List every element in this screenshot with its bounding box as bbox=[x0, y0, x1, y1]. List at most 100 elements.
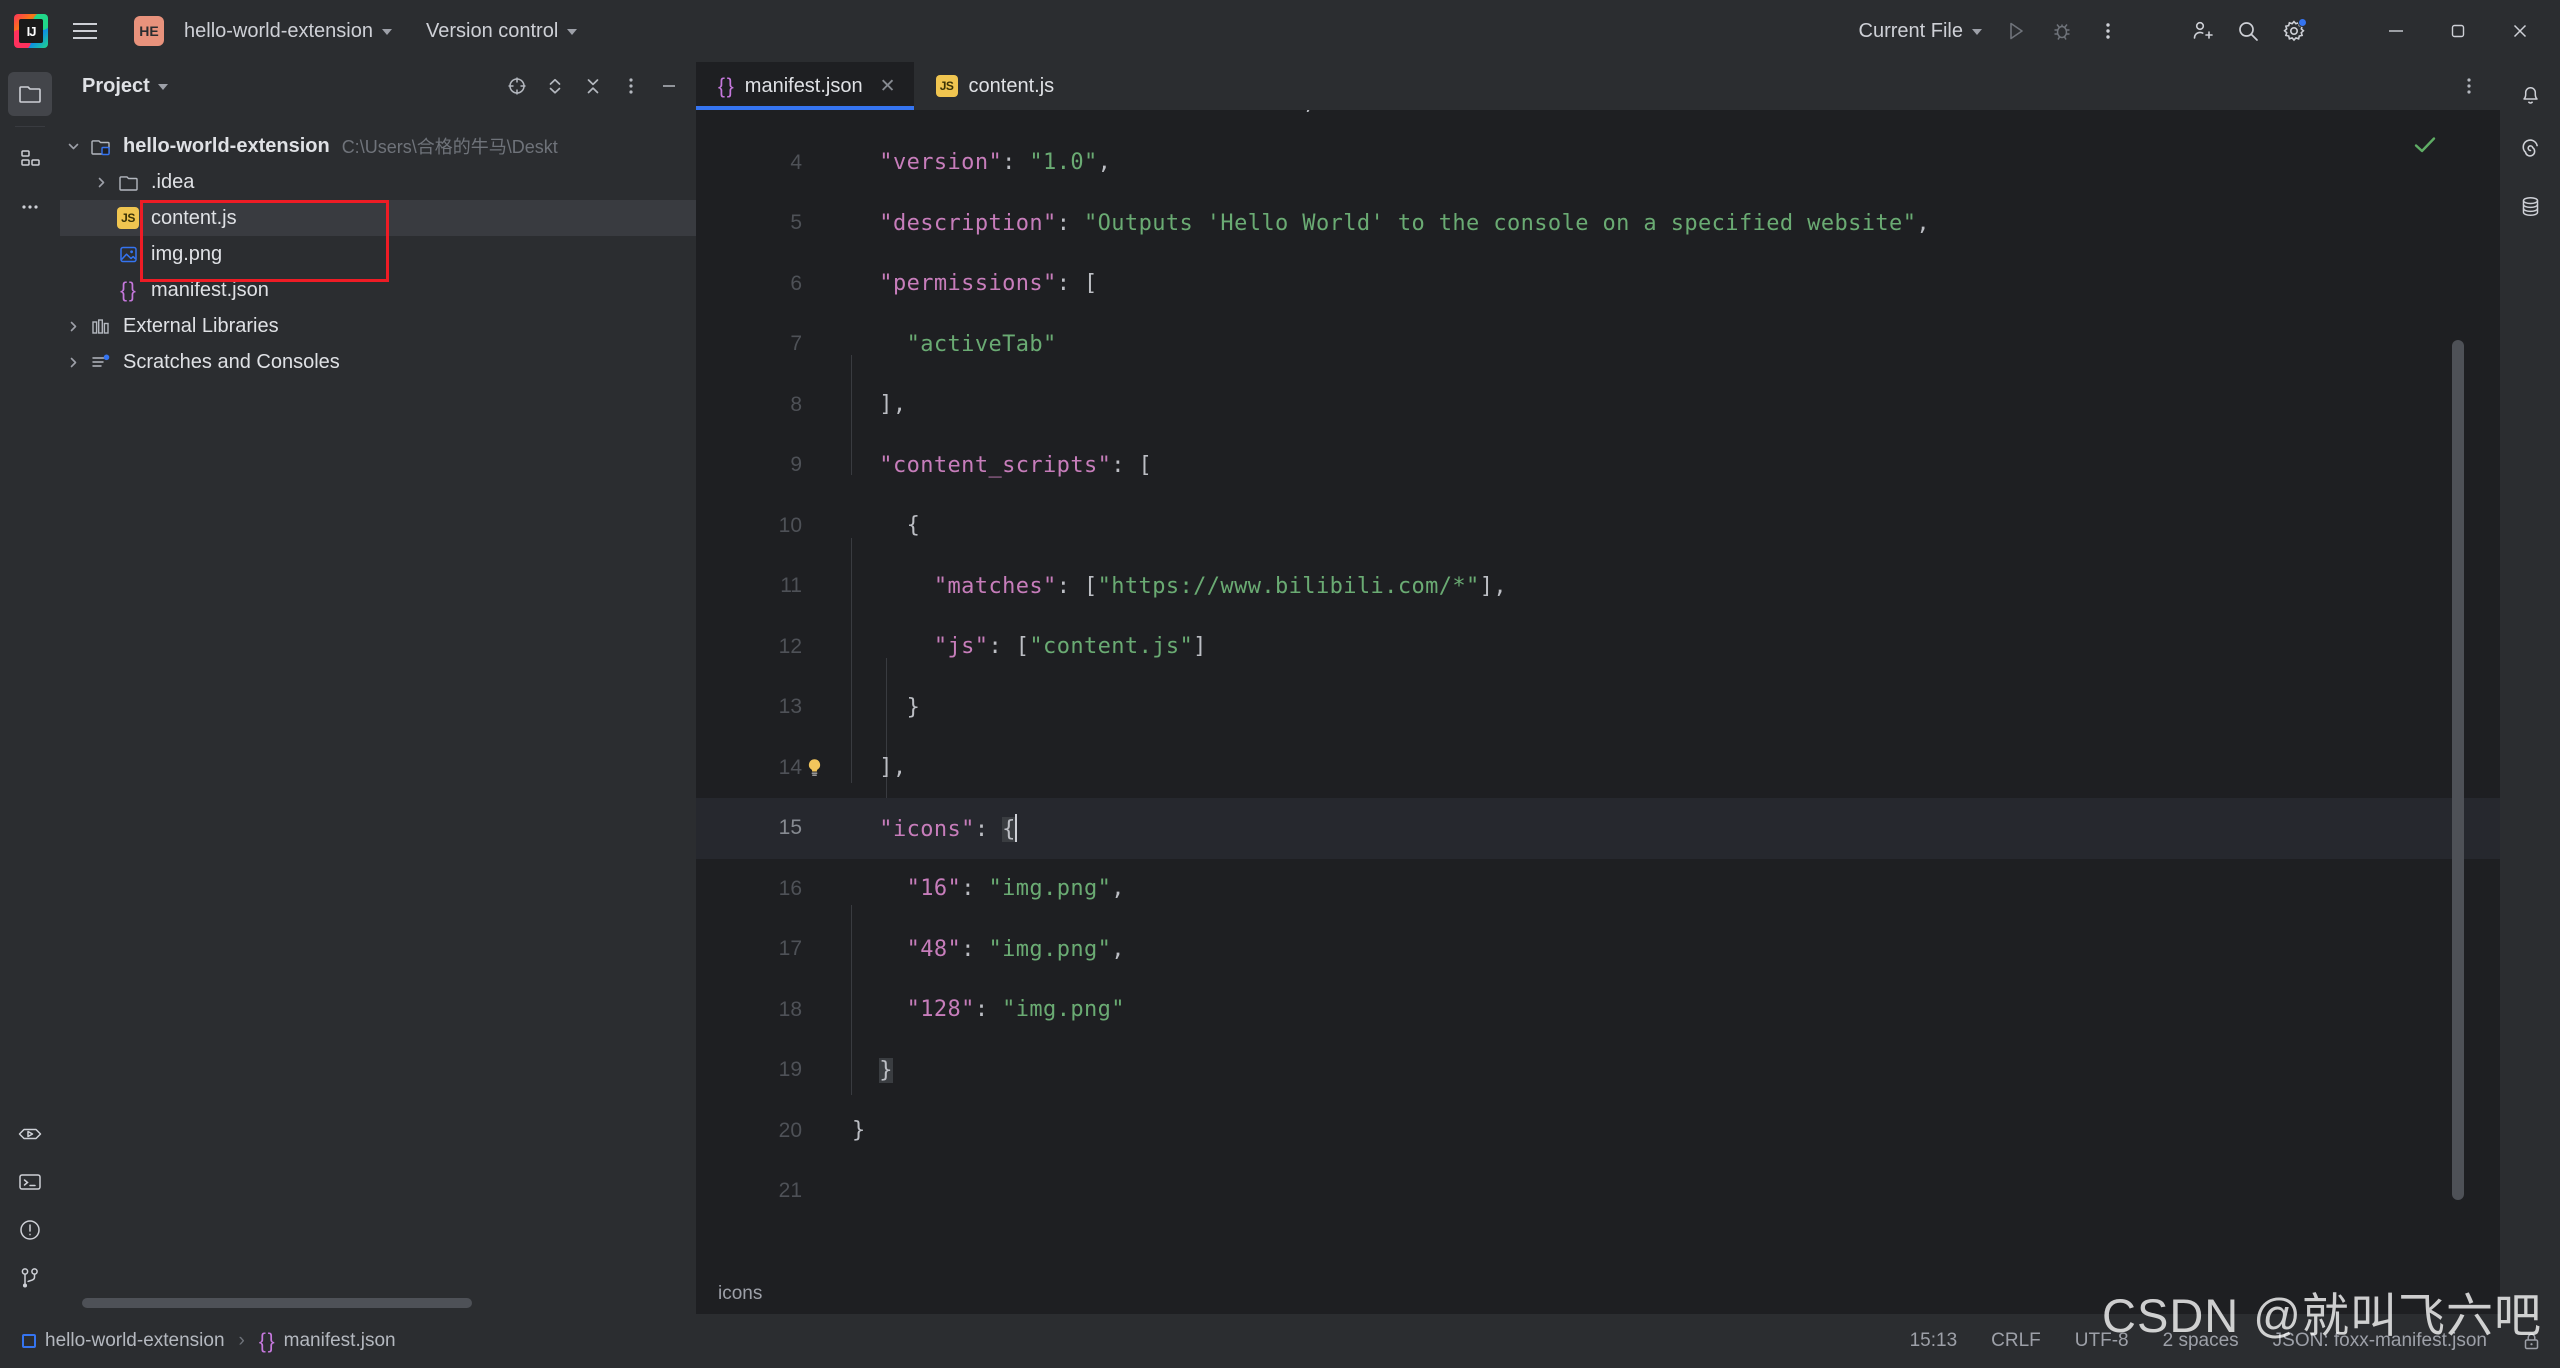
code-editor[interactable]: 3 "name": "Hello World Extension", 4 "ve… bbox=[696, 110, 2500, 1274]
tree-node-label: External Libraries bbox=[123, 315, 279, 338]
code-line[interactable]: 20 } bbox=[696, 1101, 2500, 1162]
sidebar-item-notifications[interactable] bbox=[2508, 72, 2552, 116]
chevron-expanded-icon[interactable] bbox=[60, 140, 86, 153]
code-line[interactable]: 4 "version": "1.0", bbox=[696, 133, 2500, 194]
code-text: ], bbox=[827, 755, 907, 780]
sidebar-item-ai-assistant[interactable] bbox=[2508, 128, 2552, 172]
status-breadcrumb-file[interactable]: { } manifest.json bbox=[259, 1330, 396, 1352]
line-separator-widget[interactable]: CRLF bbox=[1991, 1330, 2041, 1352]
version-control-widget[interactable]: Version control bbox=[416, 14, 587, 49]
module-icon bbox=[22, 1334, 36, 1348]
lock-icon[interactable] bbox=[2521, 1331, 2542, 1352]
more-actions-button[interactable] bbox=[2086, 9, 2130, 53]
code-line[interactable]: 13 } bbox=[696, 677, 2500, 738]
code-line[interactable]: 8 ], bbox=[696, 375, 2500, 436]
cursor-position-widget[interactable]: 15:13 bbox=[1910, 1330, 1958, 1352]
hide-panel-button[interactable] bbox=[650, 67, 688, 105]
maximize-window-button[interactable] bbox=[2428, 9, 2488, 53]
tree-node-manifest-json[interactable]: { } manifest.json bbox=[60, 272, 696, 308]
minimize-window-button[interactable] bbox=[2366, 9, 2426, 53]
code-line[interactable]: 5 "description": "Outputs 'Hello World' … bbox=[696, 193, 2500, 254]
right-tool-strip bbox=[2500, 62, 2560, 1314]
sidebar-item-structure[interactable] bbox=[8, 137, 52, 181]
code-line[interactable]: 18 "128": "img.png" bbox=[696, 980, 2500, 1041]
tree-node-idea[interactable]: .idea bbox=[60, 164, 696, 200]
tree-node-external-libraries[interactable]: External Libraries bbox=[60, 308, 696, 344]
editor-vertical-scrollbar[interactable] bbox=[2452, 340, 2464, 1200]
code-line[interactable]: 11 "matches": ["https://www.bilibili.com… bbox=[696, 556, 2500, 617]
json-schema-widget[interactable]: JSON: foxx-manifest.json bbox=[2273, 1330, 2487, 1352]
code-text: } bbox=[827, 1058, 893, 1083]
encoding-widget[interactable]: UTF-8 bbox=[2075, 1330, 2129, 1352]
project-panel-horizontal-scrollbar[interactable] bbox=[82, 1298, 472, 1308]
project-folder-icon bbox=[86, 136, 114, 157]
sidebar-item-project[interactable] bbox=[8, 72, 52, 116]
line-number: 8 bbox=[696, 393, 802, 417]
code-line[interactable]: 16 "16": "img.png", bbox=[696, 859, 2500, 920]
code-text: { bbox=[827, 513, 920, 538]
indent-widget[interactable]: 2 spaces bbox=[2163, 1330, 2239, 1352]
editor-tab-content-js[interactable]: JS content.js bbox=[914, 62, 1073, 110]
editor-breadcrumb[interactable]: icons bbox=[696, 1274, 2500, 1314]
code-line[interactable]: 21 bbox=[696, 1161, 2500, 1222]
sidebar-item-database[interactable] bbox=[2508, 184, 2552, 228]
collapse-all-button[interactable] bbox=[574, 67, 612, 105]
code-line-current[interactable]: 15 "icons": { bbox=[696, 798, 2500, 859]
sidebar-item-terminal[interactable] bbox=[8, 1160, 52, 1204]
tree-node-content-js[interactable]: JS content.js bbox=[60, 200, 696, 236]
code-text: "js": ["content.js"] bbox=[827, 634, 1207, 659]
project-tree: hello-world-extension C:\Users\合格的牛马\Des… bbox=[60, 110, 696, 1314]
tree-node-project-root[interactable]: hello-world-extension C:\Users\合格的牛马\Des… bbox=[60, 128, 696, 164]
project-panel-title-dropdown[interactable]: Project bbox=[82, 75, 168, 98]
sidebar-item-problems[interactable] bbox=[8, 1208, 52, 1252]
tree-node-label: Scratches and Consoles bbox=[123, 351, 340, 374]
tree-node-img-png[interactable]: img.png bbox=[60, 236, 696, 272]
chevron-collapsed-icon[interactable] bbox=[88, 176, 114, 189]
code-line[interactable]: 10 { bbox=[696, 496, 2500, 557]
code-line[interactable]: 14 ], bbox=[696, 738, 2500, 799]
code-line[interactable]: 6 "permissions": [ bbox=[696, 254, 2500, 315]
breadcrumb-label: icons bbox=[718, 1283, 762, 1305]
scratches-icon bbox=[86, 352, 114, 373]
main-menu-icon[interactable] bbox=[62, 11, 108, 51]
left-tool-strip bbox=[0, 62, 60, 1314]
code-line[interactable]: 9 "content_scripts": [ bbox=[696, 435, 2500, 496]
strip-divider bbox=[15, 126, 45, 127]
intention-bulb-icon[interactable] bbox=[802, 758, 827, 777]
project-panel-header: Project bbox=[60, 62, 696, 110]
status-breadcrumb-project[interactable]: hello-world-extension bbox=[22, 1330, 225, 1352]
line-number: 4 bbox=[696, 151, 802, 175]
debug-button[interactable] bbox=[2040, 9, 2084, 53]
code-line[interactable]: 19 } bbox=[696, 1040, 2500, 1101]
close-window-button[interactable] bbox=[2490, 9, 2550, 53]
tree-node-scratches-and-consoles[interactable]: Scratches and Consoles bbox=[60, 344, 696, 380]
code-text: "activeTab" bbox=[827, 332, 1057, 357]
sidebar-item-run[interactable] bbox=[8, 1112, 52, 1156]
code-line[interactable]: 7 "activeTab" bbox=[696, 314, 2500, 375]
editor-tab-label: content.js bbox=[969, 75, 1055, 98]
settings-button[interactable] bbox=[2272, 9, 2316, 53]
project-options-button[interactable] bbox=[612, 67, 650, 105]
code-line[interactable]: 12 "js": ["content.js"] bbox=[696, 617, 2500, 678]
search-everywhere-button[interactable] bbox=[2226, 9, 2270, 53]
chevron-collapsed-icon[interactable] bbox=[60, 320, 86, 333]
tree-node-label: content.js bbox=[151, 207, 237, 230]
run-button[interactable] bbox=[1994, 9, 2038, 53]
project-tool-window: Project bbox=[60, 62, 696, 1314]
close-tab-icon[interactable]: ✕ bbox=[880, 75, 896, 98]
run-configuration-widget[interactable]: Current File bbox=[1849, 14, 1992, 49]
inspection-status-icon[interactable] bbox=[2412, 132, 2438, 163]
sidebar-item-version-control[interactable] bbox=[8, 1256, 52, 1300]
chevron-collapsed-icon[interactable] bbox=[60, 356, 86, 369]
expand-all-button[interactable] bbox=[536, 67, 574, 105]
select-opened-file-button[interactable] bbox=[498, 67, 536, 105]
editor-options-button[interactable] bbox=[2450, 67, 2488, 105]
code-line[interactable]: 17 "48": "img.png", bbox=[696, 919, 2500, 980]
sidebar-item-more-tool-windows[interactable] bbox=[8, 185, 52, 229]
status-bar-breadcrumb: hello-world-extension › { } manifest.jso… bbox=[22, 1330, 396, 1352]
line-number: 15 bbox=[696, 816, 802, 840]
code-line[interactable]: 3 "name": "Hello World Extension", bbox=[696, 110, 2500, 133]
share-project-button[interactable] bbox=[2180, 9, 2224, 53]
project-widget[interactable]: HE hello-world-extension bbox=[124, 10, 402, 52]
editor-tab-manifest-json[interactable]: { } manifest.json ✕ bbox=[696, 62, 914, 110]
